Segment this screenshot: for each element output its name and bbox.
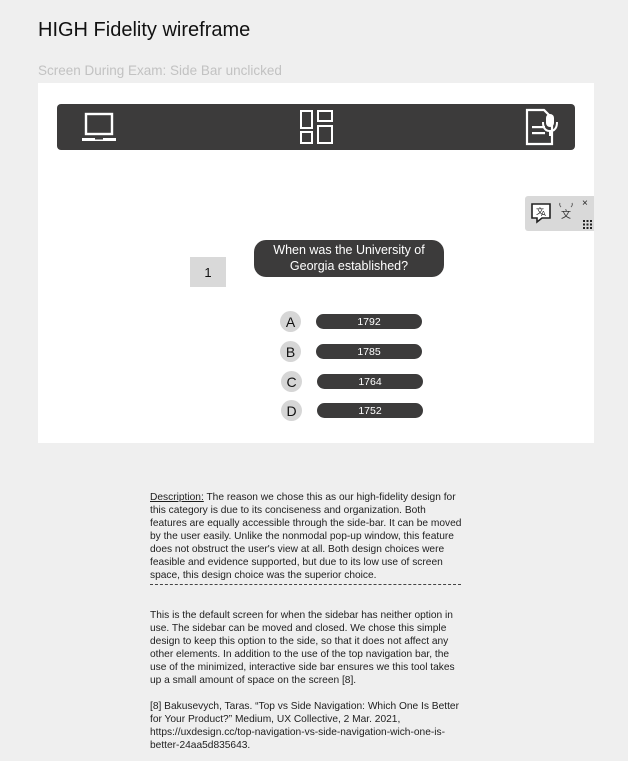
- top-navigation-bar: [57, 104, 575, 150]
- question-text: When was the University of Georgia estab…: [254, 240, 444, 277]
- text-to-speech-icon[interactable]: 文: [557, 202, 575, 222]
- citation-paragraph: [8] Bakusevych, Taras. “Top vs Side Navi…: [150, 701, 459, 751]
- close-icon[interactable]: ×: [582, 199, 588, 209]
- screen-caption: Screen During Exam: Side Bar unclicked: [38, 63, 282, 78]
- laptop-icon[interactable]: [79, 108, 119, 146]
- keypad-icon[interactable]: [583, 216, 592, 229]
- exam-screen-frame: 文 A 文 × 1 When was the University of Geo…: [38, 83, 594, 443]
- question-number: 1: [190, 257, 226, 287]
- description-text: The reason we chose this as our high-fid…: [150, 492, 462, 581]
- voice-input-icon[interactable]: [522, 108, 562, 146]
- option-answer-button[interactable]: 1752: [317, 403, 423, 418]
- svg-text:文: 文: [561, 208, 571, 221]
- description-label: Description:: [150, 492, 204, 503]
- translate-icon[interactable]: 文 A: [530, 202, 552, 224]
- explanation-paragraph: This is the default screen for when the …: [150, 610, 455, 686]
- option-answer-button[interactable]: 1764: [317, 374, 423, 389]
- description-paragraph: Description: The reason we chose this as…: [150, 491, 462, 582]
- option-answer-button[interactable]: 1785: [316, 344, 422, 359]
- option-answer-button[interactable]: 1792: [316, 314, 422, 329]
- option-letter[interactable]: D: [281, 400, 302, 421]
- grid-icon[interactable]: [297, 108, 337, 146]
- option-letter[interactable]: A: [280, 311, 301, 332]
- dashed-divider: [150, 584, 461, 585]
- option-letter[interactable]: C: [281, 371, 302, 392]
- page-title: HIGH Fidelity wireframe: [38, 19, 251, 42]
- svg-text:A: A: [541, 210, 546, 218]
- option-letter[interactable]: B: [280, 341, 301, 362]
- accessibility-side-bar[interactable]: 文 A 文 ×: [525, 196, 594, 231]
